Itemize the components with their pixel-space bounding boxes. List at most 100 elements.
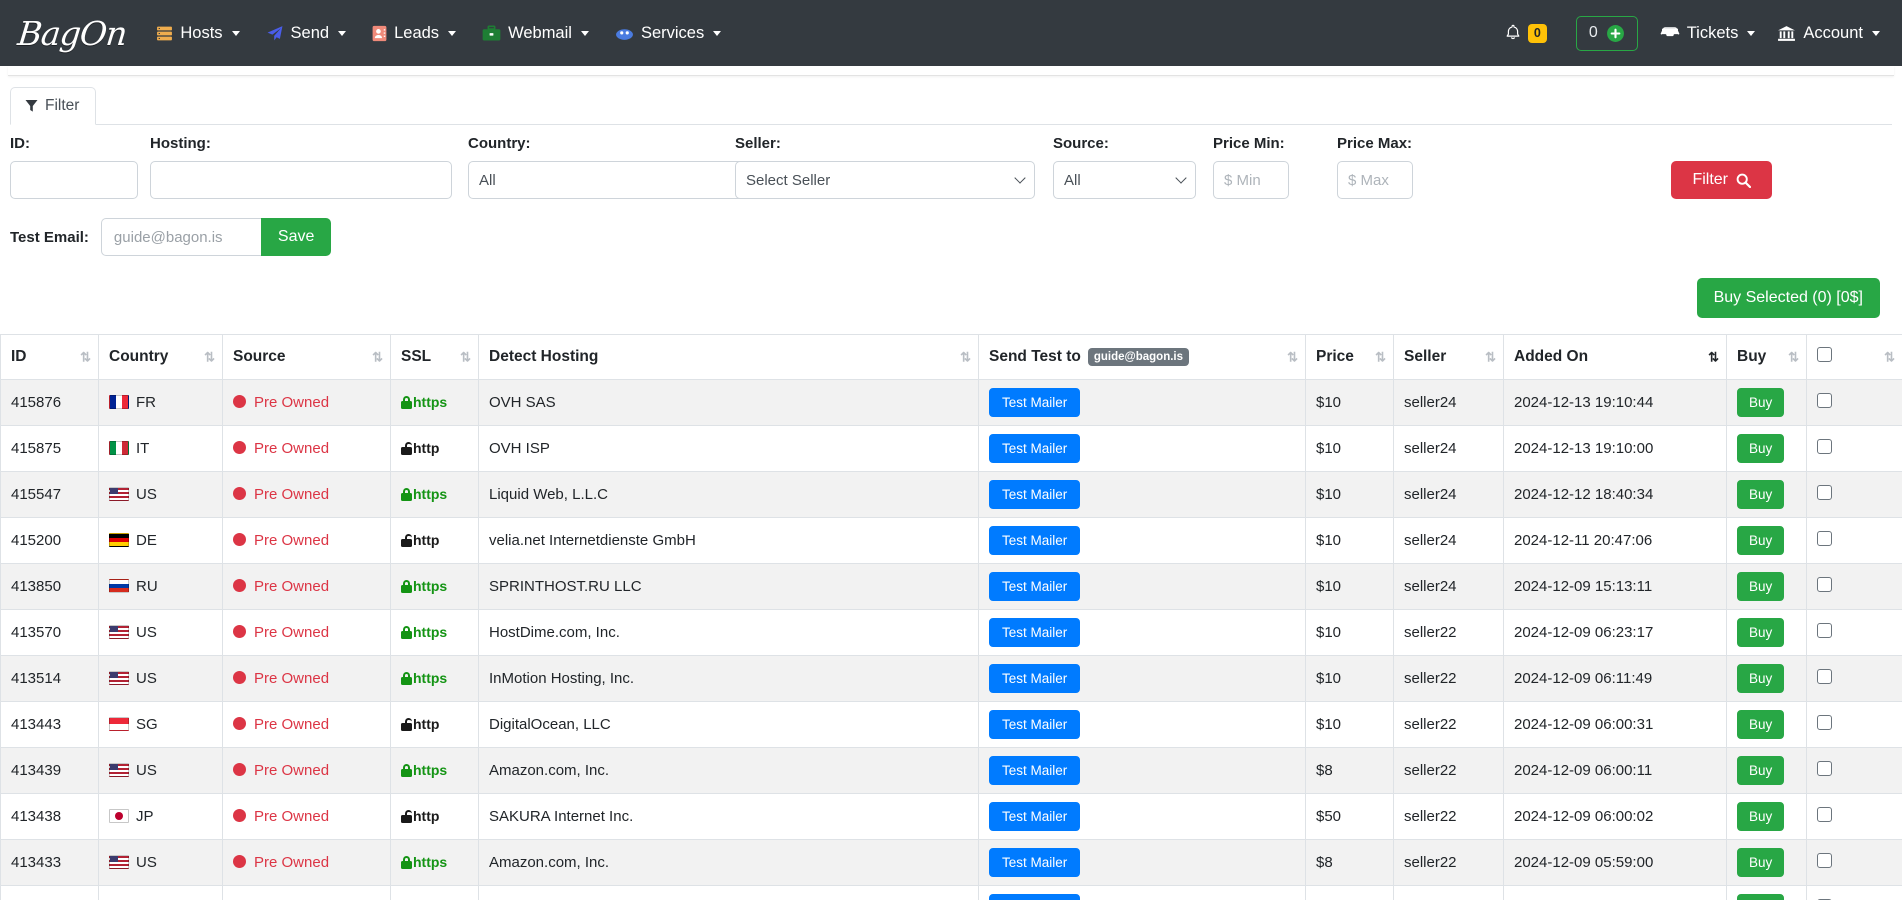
test-mailer-button[interactable]: Test Mailer [989,480,1081,509]
filter-select-source[interactable]: All [1053,161,1196,199]
test-mailer-button[interactable]: Test Mailer [989,710,1081,739]
row-checkbox[interactable] [1817,577,1832,592]
nav-item-webmail[interactable]: Webmail [482,24,589,43]
ssl-status: http [401,716,439,732]
row-checkbox[interactable] [1817,669,1832,684]
buy-button[interactable]: Buy [1737,480,1785,509]
ssl-status: http [401,440,439,456]
nav-item-hosts[interactable]: Hosts [156,24,240,43]
cell-send-test: Test Mailer [978,563,1306,610]
cell-added-on: 2024-12-09 06:00:02 [1503,793,1727,840]
filter-select-seller[interactable]: Select Seller [735,161,1035,199]
test-mailer-button[interactable]: Test Mailer [989,802,1081,831]
th-ssl[interactable]: SSL ⇅ [390,334,479,380]
buy-button[interactable]: Buy [1737,848,1785,877]
sort-icon[interactable]: ⇅ [1884,351,1895,364]
th-country[interactable]: Country ⇅ [98,334,223,380]
row-checkbox[interactable] [1817,531,1832,546]
sort-icon[interactable]: ⇅ [1788,351,1799,364]
flag-icon-de [109,533,129,547]
table-row: 415875 IT Pre Owned http OVH ISP Test Mailer $… [0,425,1902,472]
row-checkbox[interactable] [1817,623,1832,638]
buy-button[interactable]: Buy [1737,618,1785,647]
sort-icon[interactable]: ⇅ [372,351,383,364]
row-checkbox[interactable] [1817,761,1832,776]
filter-input-price-max[interactable] [1337,161,1413,199]
select-all-checkbox[interactable] [1817,347,1832,362]
nav-item-services[interactable]: Services [615,24,722,43]
filter-select-country[interactable]: All [468,161,768,199]
test-mailer-button[interactable]: Test Mailer [989,434,1081,463]
row-checkbox[interactable] [1817,853,1832,868]
nav-item-send[interactable]: Send [266,24,347,43]
th-buy[interactable]: Buy ⇅ [1726,334,1807,380]
filter-submit-button[interactable]: Filter [1671,161,1772,199]
test-mailer-button[interactable]: Test Mailer [989,388,1081,417]
th-select-all[interactable]: ⇅ [1806,334,1902,380]
th-added-on[interactable]: Added On ⇅ [1503,334,1727,380]
source-label: Pre Owned [254,808,330,825]
buy-button[interactable]: Buy [1737,388,1785,417]
test-mailer-button[interactable]: Test Mailer [989,894,1081,900]
nav-item-tickets[interactable]: Tickets [1660,24,1756,43]
buy-button[interactable]: Buy [1737,756,1785,785]
cell-detect-hosting: SAKURA Internet Inc. [478,793,979,840]
row-checkbox[interactable] [1817,393,1832,408]
sort-icon[interactable]: ⇅ [1287,351,1298,364]
test-mailer-button[interactable]: Test Mailer [989,572,1081,601]
th-send-test-to[interactable]: Send Test to guide@bagon.is ⇅ [978,334,1306,380]
test-mailer-button[interactable]: Test Mailer [989,848,1081,877]
filter-input-hosting[interactable] [150,161,452,199]
test-mailer-button[interactable]: Test Mailer [989,526,1081,555]
row-checkbox[interactable] [1817,807,1832,822]
sort-icon[interactable]: ⇅ [460,351,471,364]
row-checkbox[interactable] [1817,485,1832,500]
sort-icon[interactable]: ⇅ [1375,351,1386,364]
buy-button[interactable]: Buy [1737,664,1785,693]
cell-added-on: 2024-12-09 06:23:17 [1503,609,1727,656]
brand-logo[interactable]: BagOn [16,14,128,53]
sort-icon[interactable]: ⇅ [960,351,971,364]
cell-seller: seller22 [1393,839,1504,886]
th-source[interactable]: Source ⇅ [222,334,391,380]
buy-button[interactable]: Buy [1737,710,1785,739]
buy-button[interactable]: Buy [1737,434,1785,463]
cell-buy: Buy [1726,793,1807,840]
sort-icon[interactable]: ⇅ [80,351,91,364]
tab-filter[interactable]: Filter [10,87,97,125]
credit-balance-button[interactable]: 0 [1575,15,1638,51]
filter-panel: Filter ID: Hosting: Country: All Seller: [0,76,1902,334]
row-checkbox[interactable] [1817,439,1832,454]
cell-price: $50 [1305,793,1394,840]
notifications-menu[interactable]: 0 [1505,23,1554,43]
cell-price: $10 [1305,517,1394,564]
chevron-down-icon [1747,30,1756,36]
test-mailer-button[interactable]: Test Mailer [989,618,1081,647]
row-checkbox[interactable] [1817,715,1832,730]
sort-icon-active[interactable]: ⇅ [1708,351,1719,364]
th-id[interactable]: ID ⇅ [0,334,99,380]
cell-seller: seller22 [1393,655,1504,702]
buy-button[interactable]: Buy [1737,894,1785,900]
nav-item-leads[interactable]: Leads [372,24,457,43]
th-detect-hosting[interactable]: Detect Hosting ⇅ [478,334,979,380]
th-seller[interactable]: Seller ⇅ [1393,334,1504,380]
test-email-input[interactable] [100,218,261,256]
filter-input-price-min[interactable] [1213,161,1289,199]
save-test-email-button[interactable]: Save [260,218,332,256]
nav-label: Tickets [1686,23,1739,42]
test-mailer-button[interactable]: Test Mailer [989,756,1081,785]
flag-icon-us [109,487,129,501]
test-mailer-button[interactable]: Test Mailer [989,664,1081,693]
sort-icon[interactable]: ⇅ [1485,351,1496,364]
buy-button[interactable]: Buy [1737,526,1785,555]
filter-input-id[interactable] [10,161,138,199]
sort-icon[interactable]: ⇅ [204,351,215,364]
buy-button[interactable]: Buy [1737,802,1785,831]
cell-select [1806,747,1902,794]
buy-button[interactable]: Buy [1737,572,1785,601]
th-price[interactable]: Price ⇅ [1305,334,1394,380]
filter-label-id: ID: [10,135,30,152]
nav-item-account[interactable]: Account [1777,24,1880,43]
buy-selected-button[interactable]: Buy Selected (0) [0$] [1696,278,1880,318]
